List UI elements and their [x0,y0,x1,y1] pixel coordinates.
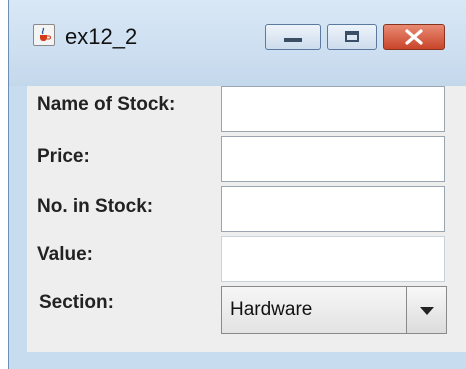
price-label: Price: [37,146,90,167]
number-in-stock-field[interactable] [221,186,445,232]
value-output [222,237,444,281]
maximize-button[interactable] [327,24,377,50]
name-of-stock-label: Name of Stock: [37,94,176,115]
java-cup-icon [33,24,55,46]
window-bottom-frame [9,352,466,369]
close-icon [405,29,423,45]
form-panel: Name of Stock: Price: No. in Stock: Valu… [27,86,466,352]
section-dropdown-button[interactable] [406,287,446,333]
maximize-icon [345,31,359,42]
section-select[interactable]: Hardware [221,286,447,334]
app-window: ex12_2 Name of Stock: Price: No. in Stoc… [8,0,466,369]
value-label: Value: [37,244,93,265]
value-field [221,236,445,282]
window-title: ex12_2 [65,24,138,49]
name-of-stock-input[interactable] [222,87,444,131]
title-bar[interactable]: ex12_2 [9,0,466,86]
minimize-button[interactable] [265,24,321,50]
section-label: Section: [39,292,114,313]
price-input[interactable] [222,137,444,181]
minimize-icon [284,38,302,42]
number-in-stock-label: No. in Stock: [37,196,154,217]
section-selected-value: Hardware [230,299,313,320]
name-of-stock-field[interactable] [221,86,445,132]
close-button[interactable] [383,24,445,50]
price-field[interactable] [221,136,445,182]
number-in-stock-input[interactable] [222,187,444,231]
chevron-down-icon [420,307,434,315]
